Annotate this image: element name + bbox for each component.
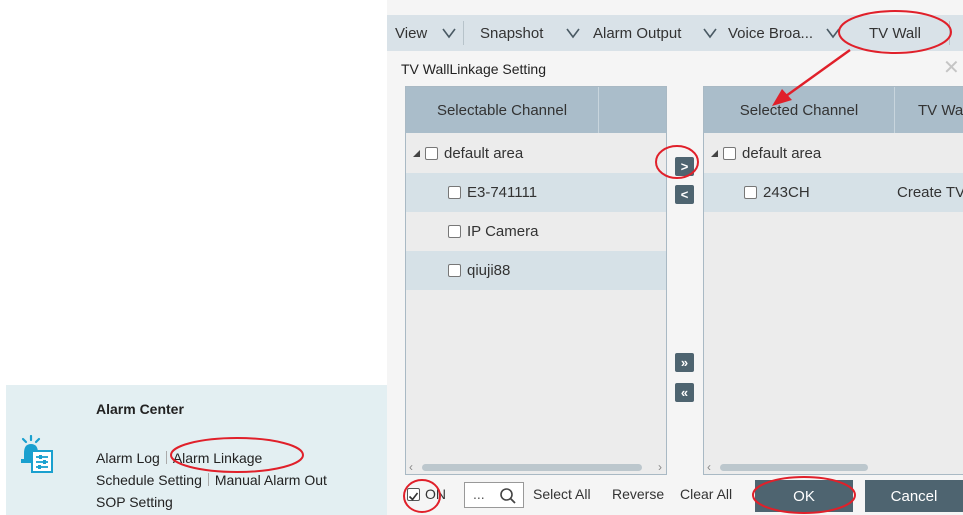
- manual-alarm-out-link[interactable]: Manual Alarm Out: [215, 472, 327, 488]
- checkmark-icon: [408, 492, 419, 501]
- linkage-toolbar: View Snapshot Alarm Output Voice Broa...…: [387, 15, 963, 51]
- tab-tv-wall[interactable]: TV Wall: [869, 15, 921, 51]
- reverse-link[interactable]: Reverse: [612, 486, 664, 502]
- checkbox[interactable]: [448, 186, 461, 199]
- chevron-down-icon[interactable]: [441, 24, 457, 42]
- tab-alarm-output[interactable]: Alarm Output: [593, 15, 681, 51]
- list-item[interactable]: qiuji88: [406, 251, 666, 290]
- list-item[interactable]: E3-741111: [406, 173, 666, 212]
- tab-voice-broadcast[interactable]: Voice Broa...: [728, 15, 813, 51]
- tv-wall-header: TV Wa: [918, 101, 963, 119]
- ok-button[interactable]: OK: [755, 480, 853, 512]
- remove-all-button[interactable]: «: [675, 383, 694, 402]
- horizontal-scrollbar[interactable]: ‹ ›: [406, 460, 666, 474]
- checkbox[interactable]: [425, 147, 438, 160]
- tv-wall-cell[interactable]: Create TV: [897, 184, 963, 201]
- remove-selected-button[interactable]: <: [675, 185, 694, 204]
- add-all-button[interactable]: »: [675, 353, 694, 372]
- checkbox[interactable]: [744, 186, 757, 199]
- header-separator: [894, 87, 895, 133]
- alarm-log-link[interactable]: Alarm Log: [96, 450, 160, 466]
- scroll-right-icon[interactable]: ›: [658, 460, 662, 474]
- scroll-thumb[interactable]: [422, 464, 642, 471]
- sop-setting-link[interactable]: SOP Setting: [96, 494, 173, 510]
- on-checkbox[interactable]: [407, 488, 420, 501]
- expand-triangle-icon[interactable]: [710, 149, 719, 158]
- tv-wall-linkage-dialog: View Snapshot Alarm Output Voice Broa...…: [387, 0, 963, 515]
- scroll-left-icon[interactable]: ‹: [707, 460, 711, 474]
- tab-view[interactable]: View: [395, 15, 427, 51]
- toolbar-separator: [949, 21, 950, 45]
- alarm-center-icon: [21, 435, 53, 473]
- dialog-title: TV WallLinkage Setting: [401, 61, 546, 77]
- list-item[interactable]: IP Camera: [406, 212, 666, 251]
- list-header: Selectable Channel: [406, 87, 666, 133]
- alarm-center-panel: Alarm Center Alarm Log Alarm Linkage Sche…: [6, 385, 387, 515]
- chevron-down-icon[interactable]: [702, 24, 718, 42]
- clear-all-link[interactable]: Clear All: [680, 486, 732, 502]
- cancel-button[interactable]: Cancel: [865, 480, 963, 512]
- link-separator: [207, 473, 209, 486]
- alarm-center-links: Alarm Log Alarm Linkage Schedule Setting M…: [96, 447, 327, 513]
- horizontal-scrollbar[interactable]: ‹: [704, 460, 963, 474]
- link-separator: [165, 451, 167, 464]
- on-label[interactable]: ON: [425, 486, 446, 502]
- tree-group-label: default area: [742, 145, 822, 162]
- schedule-setting-link[interactable]: Schedule Setting: [96, 472, 202, 488]
- search-icon: [500, 488, 516, 504]
- expand-triangle-icon[interactable]: [412, 149, 421, 158]
- search-dots: ...: [473, 486, 485, 502]
- scroll-left-icon[interactable]: ‹: [409, 460, 413, 474]
- add-selected-button[interactable]: >: [675, 157, 694, 176]
- channel-label: E3-741111: [467, 184, 538, 201]
- channel-label: qiuji88: [467, 262, 511, 279]
- header-separator: [598, 87, 599, 133]
- selected-channel-list: Selected Channel TV Wa default area 243C…: [703, 86, 963, 475]
- selectable-channel-header: Selectable Channel: [436, 101, 568, 119]
- selectable-channel-list: Selectable Channel default area E3-74111…: [405, 86, 667, 475]
- channel-label: IP Camera: [467, 223, 539, 240]
- list-item[interactable]: 243CH Create TV: [704, 173, 963, 212]
- chevron-down-icon[interactable]: [565, 24, 581, 42]
- select-all-link[interactable]: Select All: [533, 486, 591, 502]
- channel-label: 243CH: [763, 184, 810, 201]
- alarm-linkage-link[interactable]: Alarm Linkage: [173, 450, 263, 466]
- checkbox[interactable]: [448, 225, 461, 238]
- tree-row[interactable]: default area: [704, 134, 963, 173]
- selected-channel-header: Selected Channel: [739, 101, 859, 119]
- alarm-center-title: Alarm Center: [96, 401, 184, 417]
- tree-row[interactable]: default area: [406, 134, 666, 173]
- close-icon[interactable]: ✕: [943, 58, 960, 78]
- search-button[interactable]: ...: [464, 482, 524, 508]
- tree-group-label: default area: [444, 145, 524, 162]
- list-header: Selected Channel TV Wa: [704, 87, 963, 133]
- chevron-down-icon[interactable]: [825, 24, 841, 42]
- toolbar-separator: [463, 21, 464, 45]
- checkbox[interactable]: [723, 147, 736, 160]
- checkbox[interactable]: [448, 264, 461, 277]
- tab-snapshot[interactable]: Snapshot: [480, 15, 543, 51]
- scroll-thumb[interactable]: [720, 464, 868, 471]
